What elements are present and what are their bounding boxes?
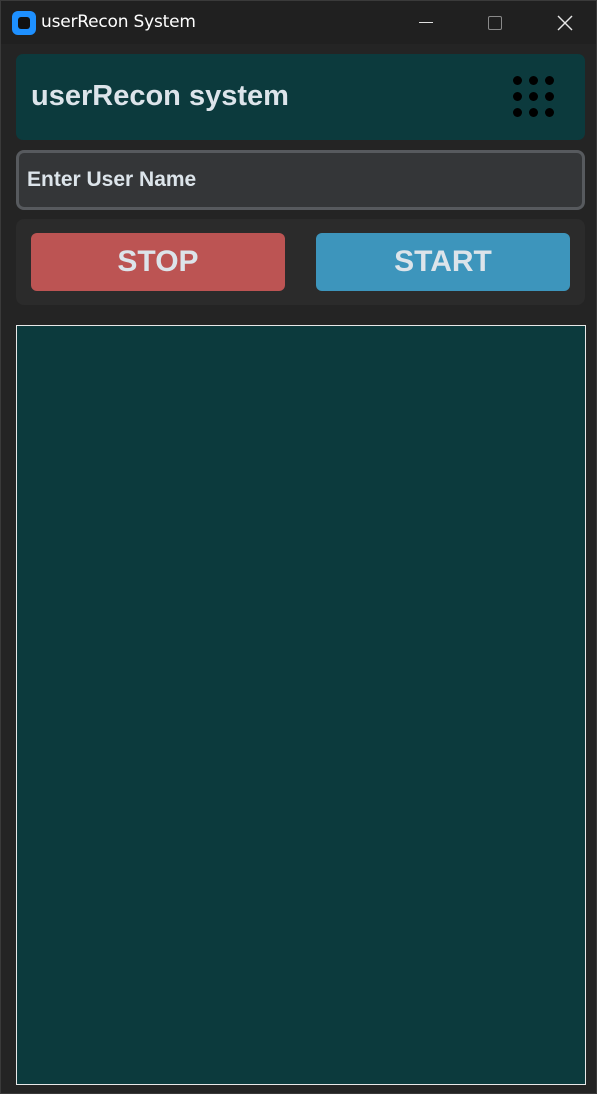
maximize-icon [488, 15, 502, 30]
app-window: userRecon System userRecon system STOP S… [0, 0, 597, 1094]
grid-dots-icon[interactable] [513, 76, 555, 118]
title-bar[interactable]: userRecon System [1, 1, 596, 44]
maximize-button[interactable] [460, 1, 530, 44]
minimize-button[interactable] [391, 1, 461, 44]
close-icon [557, 15, 573, 30]
stop-button[interactable]: STOP [31, 233, 285, 291]
header-card: userRecon system [16, 54, 585, 140]
app-icon [12, 11, 36, 35]
output-textbox[interactable] [16, 325, 586, 1085]
window-title: userRecon System [41, 12, 196, 32]
start-button[interactable]: START [316, 233, 570, 291]
username-input[interactable] [16, 150, 585, 210]
header-title: userRecon system [31, 80, 289, 112]
minimize-icon [419, 22, 433, 23]
close-button[interactable] [530, 1, 597, 44]
action-buttons-panel: STOP START [16, 219, 585, 305]
